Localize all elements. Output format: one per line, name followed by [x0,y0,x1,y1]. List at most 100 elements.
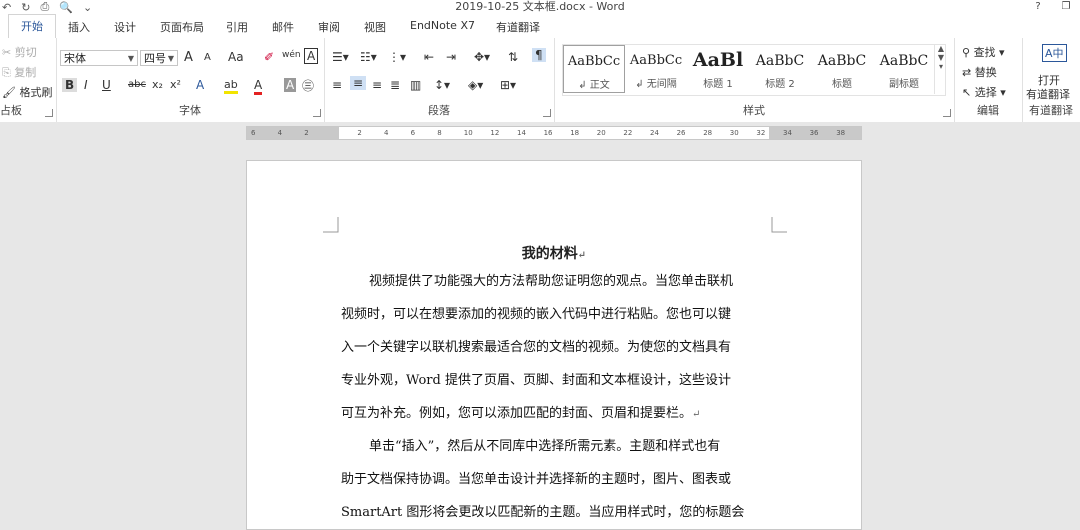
text-effects-icon[interactable]: A [196,78,204,92]
style-heading-2[interactable]: AaBbC 标题 2 [749,45,811,93]
styles-launcher-icon[interactable] [943,109,951,117]
ruler-number: 26 [676,129,686,137]
style-no-spacing[interactable]: AaBbCc ↲ 无间隔 [625,45,687,93]
enclose-characters-icon[interactable]: ㊂ [302,77,314,94]
find-button[interactable]: ⚲ 查找 ▾ [962,44,1005,60]
bold-icon[interactable]: B [62,78,78,92]
ruler-number: 16 [543,129,553,137]
ruler-left-margin [247,127,339,139]
text-line: 单击“插入”，然后从不同库中选择所需元素。主题和样式也有 [369,439,721,454]
sort-icon[interactable]: ⇅ [508,50,518,64]
shading-icon[interactable]: ◈▾ [468,78,483,92]
align-center-icon[interactable]: ≡ [350,76,367,90]
youdao-translate-button[interactable]: 有道翻译 [1026,86,1070,102]
shrink-font-icon[interactable]: A [204,52,211,63]
tab-home[interactable]: 开始 [8,14,56,40]
font-color-icon[interactable]: A [254,78,263,95]
underline-icon[interactable]: U [102,78,111,92]
scroll-down-icon[interactable]: ▼ [935,53,947,62]
ruler-number: 14 [517,129,526,137]
phonetic-guide-icon[interactable]: wén [282,50,301,60]
ruler-number: 12 [490,129,500,137]
borders-icon[interactable]: ⊞▾ [500,78,516,92]
text-line: 视频时，可以在想要添加的视频的嵌入代码中进行粘贴。您也可以键 [341,307,732,322]
tab-references[interactable]: 引用 [226,19,248,35]
align-left-icon[interactable]: ≡ [332,78,342,92]
justify-icon[interactable]: ≣ [390,78,400,92]
decrease-indent-icon[interactable]: ⇤ [424,50,434,64]
copy-button[interactable]: ⎘ 复制 [2,64,36,80]
text-line: 入一个关键字以联机搜索最适合您的文档的视频。为使您的文档具有 [341,340,732,355]
gallery-more-icon[interactable]: ▾ [935,62,947,71]
paragraph-1[interactable]: 视频提供了功能强大的方法帮助您证明您的观点。当您单击联机 视频时，可以在想要添加… [341,265,771,431]
scroll-up-icon[interactable]: ▲ [935,44,947,53]
tab-endnote[interactable]: EndNote X7 [410,19,475,32]
show-marks-icon[interactable]: ¶ [532,48,546,62]
ruler-number: 24 [650,129,659,137]
help-button[interactable]: ? [1024,0,1052,14]
style-title[interactable]: AaBbC 标题 [811,45,873,93]
font-size-select[interactable]: 四号 ▼ [140,50,178,66]
tab-view[interactable]: 视图 [364,19,386,35]
grow-font-icon[interactable]: A [184,50,193,65]
paragraph-group-label: 段落 [428,104,450,117]
paragraph-launcher-icon[interactable] [543,109,551,117]
subscript-icon[interactable]: x₂ [152,78,163,91]
distributed-icon[interactable]: ▥ [410,78,421,92]
clipboard-launcher-icon[interactable] [45,109,53,117]
translate-icon[interactable]: A中 [1042,44,1067,62]
ruler-number: 28 [703,129,713,137]
numbering-icon[interactable]: ☷▾ [360,50,377,64]
character-shading-icon[interactable]: A [284,78,297,92]
tab-design[interactable]: 设计 [114,19,136,35]
youdao-group-label: 有道翻译 [1029,104,1073,117]
style-normal[interactable]: AaBbCc ↲ 正文 [563,45,625,93]
ruler-number: 22 [623,129,633,137]
text-line: SmartArt 图形将会更改以匹配新的主题。当应用样式时，您的标题会 [341,505,745,520]
document-title[interactable]: 我的材料↵ [247,243,861,263]
text-line: 可互为补充。例如，您可以添加匹配的封面、页眉和提要栏。↵ [341,406,701,421]
style-heading-1[interactable]: AaBl 标题 1 [687,45,749,93]
document-page[interactable]: 我的材料↵ 视频提供了功能强大的方法帮助您证明您的观点。当您单击联机 视频时，可… [246,160,862,530]
tab-insert[interactable]: 插入 [68,19,90,35]
tab-youdao[interactable]: 有道翻译 [496,19,540,35]
cut-button[interactable]: ✂ 剪切 [2,44,37,60]
ruler-number: 2 [357,129,362,137]
ruler-number: 6 [410,129,416,137]
change-case-icon[interactable]: Aa [228,50,244,64]
ruler-number: 4 [277,129,283,137]
paragraph-2[interactable]: 单击“插入”，然后从不同库中选择所需元素。主题和样式也有 助于文档保持协调。当您… [341,430,771,529]
clear-formatting-icon[interactable]: ✐ [264,50,274,64]
styles-gallery: AaBbCc ↲ 正文 AaBbCc ↲ 无间隔 AaBl 标题 1 AaBbC… [562,44,946,96]
increase-indent-icon[interactable]: ⇥ [446,50,456,64]
font-name-select[interactable]: 宋体 ▼ [60,50,138,66]
ruler-number: 10 [463,129,473,137]
style-subtitle[interactable]: AaBbC 副标题 [873,45,935,93]
format-painter-button[interactable]: 🖌 格式刷 [2,84,52,100]
styles-group-label: 样式 [743,104,765,117]
ruler-number: 38 [836,129,846,137]
align-right-icon[interactable]: ≡ [372,78,382,92]
highlight-color-icon[interactable]: ab [224,78,238,94]
multilevel-list-icon[interactable]: ⋮▾ [388,50,406,64]
tab-layout[interactable]: 页面布局 [160,19,204,35]
chinese-layout-icon[interactable]: ✥▾ [474,50,490,64]
tab-review[interactable]: 审阅 [318,19,340,35]
tab-mailings[interactable]: 邮件 [272,19,294,35]
character-border-icon[interactable]: A [304,48,319,64]
ruler-number: 6 [251,129,256,137]
horizontal-ruler[interactable]: 6 4 2 2 4 6 8 10 12 14 16 18 20 22 24 26 28 30 32 34 36 38 [246,126,862,140]
select-button[interactable]: ↖ 选择 ▾ [962,84,1006,100]
crop-mark-top-left [323,217,339,233]
bullets-icon[interactable]: ☰▾ [332,50,349,64]
styles-scroll[interactable]: ▲ ▼ ▾ [934,44,947,94]
youdao-group: A中 打开 有道翻译 有道翻译 [1022,38,1080,122]
replace-button[interactable]: ⇄ 替换 [962,64,997,80]
italic-icon[interactable]: I [84,78,88,92]
line-spacing-icon[interactable]: ↕▾ [434,78,450,92]
strikethrough-icon[interactable]: abc [128,79,146,90]
ruler-number: 8 [437,129,442,137]
font-launcher-icon[interactable] [313,109,321,117]
restore-button[interactable]: ❐ [1052,0,1080,14]
superscript-icon[interactable]: x² [170,78,181,91]
